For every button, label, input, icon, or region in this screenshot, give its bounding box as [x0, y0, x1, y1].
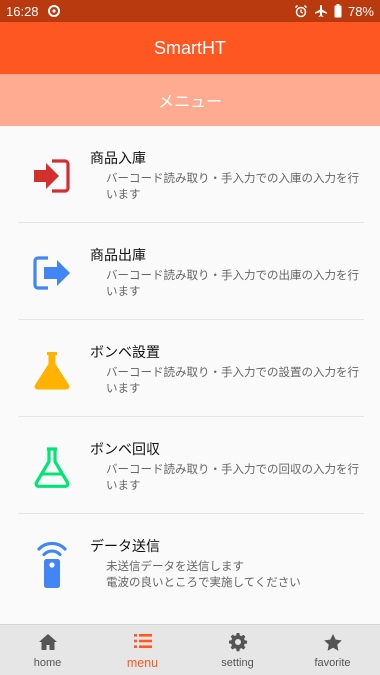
star-icon	[323, 631, 343, 653]
section-header: メニュー	[0, 74, 380, 126]
flask-filled-icon	[28, 346, 76, 394]
menu-item-title: 商品入庫	[90, 151, 146, 167]
status-time: 16:28	[6, 3, 39, 19]
flask-outline-icon	[28, 443, 76, 491]
remote-signal-icon	[28, 540, 76, 588]
menu-item-description: 未送信データを送信します 電波の良いところで実施してください	[106, 559, 301, 589]
home-icon	[38, 631, 58, 653]
menu-list-icon	[133, 630, 153, 652]
menu-item-title: 商品出庫	[90, 248, 146, 264]
bottom-navigation: home menu setting favorite	[0, 624, 380, 675]
status-icons: 78%	[294, 4, 374, 19]
airplane-mode-icon	[314, 4, 328, 18]
tab-label: setting	[221, 657, 254, 669]
menu-item-stock-in[interactable]: 商品入庫 バーコード読み取り・手入力での入庫の入力を行います	[0, 126, 380, 223]
menu-item-title: ボンベ回収	[90, 442, 160, 458]
tab-label: home	[33, 657, 62, 669]
alarm-icon	[294, 4, 308, 18]
app-title: SmartHT	[154, 37, 226, 58]
app-bar: SmartHT	[0, 22, 380, 74]
menu-list: 商品入庫 バーコード読み取り・手入力での入庫の入力を行います 商品出庫 バーコー…	[0, 126, 380, 624]
data-saver-icon	[47, 4, 61, 18]
menu-item-description: バーコード読み取り・手入力での入庫の入力を行います	[106, 171, 359, 201]
stock-in-icon	[28, 152, 76, 200]
menu-item-title: データ送信	[90, 539, 160, 555]
battery-level: 78%	[347, 3, 374, 19]
battery-icon	[334, 4, 342, 18]
gear-icon	[228, 631, 248, 653]
tab-favorite[interactable]: favorite	[285, 625, 380, 675]
tab-home[interactable]: home	[0, 625, 95, 675]
menu-item-cylinder-collect[interactable]: ボンベ回収 バーコード読み取り・手入力での回収の入力を行います	[0, 417, 380, 514]
menu-item-data-send[interactable]: データ送信 未送信データを送信します 電波の良いところで実施してください	[0, 514, 380, 611]
tab-label: menu	[126, 656, 159, 670]
status-bar: 16:28 78%	[0, 0, 380, 22]
tab-setting[interactable]: setting	[190, 625, 285, 675]
tab-label: favorite	[314, 657, 351, 669]
menu-item-description: バーコード読み取り・手入力での出庫の入力を行います	[106, 268, 359, 298]
tab-menu[interactable]: menu	[95, 625, 190, 675]
menu-item-stock-out[interactable]: 商品出庫 バーコード読み取り・手入力での出庫の入力を行います	[0, 223, 380, 320]
section-title: メニュー	[157, 92, 222, 111]
menu-item-title: ボンベ設置	[90, 345, 160, 361]
menu-item-cylinder-install[interactable]: ボンベ設置 バーコード読み取り・手入力での設置の入力を行います	[0, 320, 380, 417]
stock-out-icon	[28, 249, 76, 297]
menu-item-description: バーコード読み取り・手入力での設置の入力を行います	[106, 365, 359, 395]
menu-item-description: バーコード読み取り・手入力での回収の入力を行います	[106, 462, 359, 492]
